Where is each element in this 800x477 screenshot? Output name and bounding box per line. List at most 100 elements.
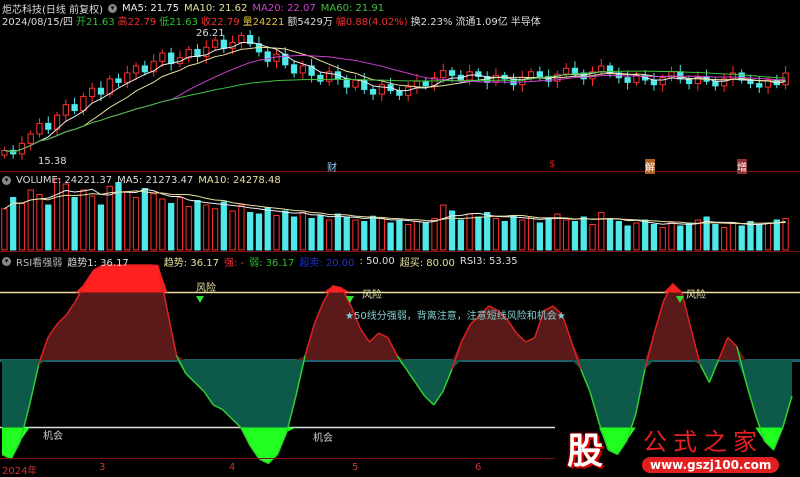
volume-bar xyxy=(264,207,271,251)
volume-bar xyxy=(431,218,438,251)
logo-name: 公式之家 xyxy=(643,428,763,456)
candle xyxy=(290,64,298,74)
chart-canvas[interactable] xyxy=(0,0,800,475)
chevron-down-icon[interactable]: ▾ xyxy=(2,176,11,185)
volume-bar xyxy=(238,204,245,251)
volume-bar xyxy=(571,221,579,251)
volume-bar xyxy=(729,222,737,251)
rsi-note: ★50线分强弱，背离注意，注意短线风险和机会★ xyxy=(345,311,566,322)
volume-bar xyxy=(203,204,210,251)
candle xyxy=(659,77,666,86)
volume-bar xyxy=(650,224,658,251)
rsi-oversold: 超卖: 20.00 xyxy=(299,258,355,269)
event-marker[interactable]: 解 xyxy=(645,159,655,174)
rsi-mid: : 50.00 xyxy=(359,256,395,267)
volume-bar xyxy=(168,203,175,251)
volume-bar xyxy=(484,212,491,251)
volume-bar xyxy=(255,213,263,251)
volume-bar xyxy=(633,222,640,251)
volume-bar xyxy=(194,200,201,251)
volume-bar xyxy=(290,216,298,251)
chance-label: 机会 xyxy=(43,431,63,442)
candle xyxy=(571,67,579,74)
event-marker[interactable]: 增 xyxy=(737,159,747,174)
candle xyxy=(159,52,166,62)
candle xyxy=(782,72,789,86)
candle xyxy=(106,78,113,95)
candle xyxy=(563,67,570,75)
volume-bar xyxy=(62,183,69,251)
candle xyxy=(264,51,271,62)
chevron-down-icon[interactable]: ▾ xyxy=(2,257,11,266)
ma5-line xyxy=(4,41,786,153)
candle xyxy=(132,65,140,74)
volume-header: ▾ VOLUME: 24221.37 MA5: 21273.47 MA10: 2… xyxy=(2,175,281,186)
volume-bar xyxy=(1,208,8,251)
volume-bar xyxy=(361,221,368,251)
axis-label: 3 xyxy=(99,462,106,473)
volume-bar xyxy=(589,224,596,251)
candle xyxy=(89,87,96,97)
candle xyxy=(71,104,78,112)
volume-bar xyxy=(721,227,728,251)
volume-bar xyxy=(396,219,403,251)
candle xyxy=(519,77,526,86)
candle xyxy=(527,71,535,79)
axis-label: 6 xyxy=(475,462,482,473)
volume-bar xyxy=(317,215,324,251)
candle xyxy=(756,83,763,88)
ma20-line xyxy=(4,54,786,153)
event-marker[interactable]: 财 xyxy=(327,159,337,174)
candle xyxy=(650,79,658,86)
candle xyxy=(317,74,324,82)
candle xyxy=(299,65,306,74)
volume-bar xyxy=(685,222,693,251)
volume-bar xyxy=(606,218,614,251)
volume-bar xyxy=(659,227,666,251)
volume-bar xyxy=(124,191,131,251)
volume-bar xyxy=(36,194,43,251)
rsi-weak: 弱: 36.17 xyxy=(249,258,295,269)
volume-bar xyxy=(738,225,745,251)
volume-ma10: MA10: 24278.48 xyxy=(198,175,281,186)
volume-bar xyxy=(466,213,473,251)
volume-bar xyxy=(510,215,517,251)
volume-bar xyxy=(89,195,96,251)
volume-label: VOLUME: 24221.37 xyxy=(16,175,113,186)
candle xyxy=(115,78,122,83)
rsi-strong: 强: - xyxy=(223,258,245,269)
volume-bar xyxy=(334,213,342,251)
chance-label: 机会 xyxy=(313,433,333,444)
volume-bar xyxy=(492,218,500,251)
volume-bar xyxy=(527,216,535,251)
candle xyxy=(62,104,69,116)
volume-bar xyxy=(211,208,219,251)
rsi-label: RSI看强弱 xyxy=(16,258,63,269)
candle xyxy=(448,70,456,76)
event-marker[interactable]: $ xyxy=(549,159,555,170)
volume-bar xyxy=(624,225,631,251)
candle xyxy=(405,86,412,96)
volume-bar xyxy=(782,218,789,251)
divider xyxy=(0,171,800,172)
volume-bar xyxy=(352,219,359,251)
candle xyxy=(211,39,219,48)
rsi-overbought: 超买: 80.00 xyxy=(399,258,455,269)
logo-char: 股 xyxy=(567,431,604,472)
candle xyxy=(238,34,245,43)
risk-label: 风险 xyxy=(362,290,382,301)
volume-bar xyxy=(440,204,447,251)
candle xyxy=(124,72,131,83)
volume-bar xyxy=(694,219,701,251)
watermark-logo: 股 公式之家 www.gszj100.com xyxy=(555,420,800,475)
candle xyxy=(598,65,605,73)
volume-bar xyxy=(378,218,385,251)
risk-label: 风险 xyxy=(686,290,706,301)
volume-bar xyxy=(747,221,754,251)
volume-ma5: MA5: 21273.47 xyxy=(117,175,194,186)
volume-bar xyxy=(326,219,333,251)
price-max-label: 26.21 xyxy=(196,28,225,39)
volume-bar xyxy=(519,219,526,251)
volume-bar xyxy=(764,222,772,251)
volume-bar xyxy=(598,212,605,251)
